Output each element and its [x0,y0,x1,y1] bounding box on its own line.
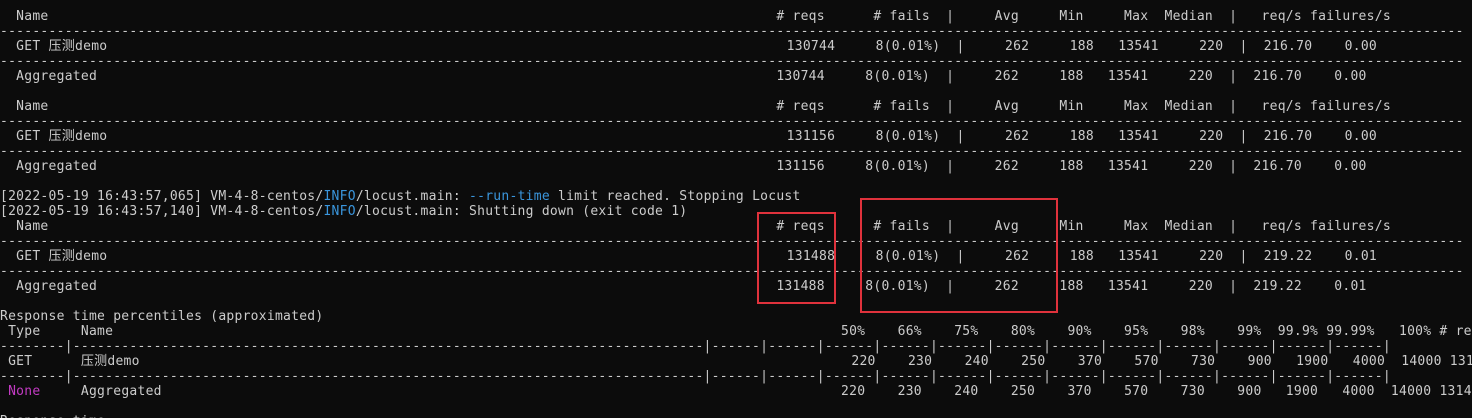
terminal-line: --------|-------------------------------… [0,339,1391,354]
terminal-line: ----------------------------------------… [0,234,1464,249]
terminal-line: --------|-------------------------------… [0,369,1391,384]
type-none-label: None [8,384,41,399]
terminal-line: GET 压测demo 220 230 240 250 370 570 730 9… [0,354,1472,369]
log-text: limit reached. Stopping Locust [549,189,801,204]
log-text: /locust.main: [355,189,470,204]
log-text: [2022-05-19 16:43:57,140] VM-4-8-centos/ [0,204,324,219]
terminal-line: [2022-05-19 16:43:57,140] VM-4-8-centos/… [0,204,687,219]
terminal-line: ----------------------------------------… [0,24,1464,39]
log-text: Aggregated 220 230 240 250 370 570 730 9… [40,384,1472,399]
terminal-line: GET 压测demo 130744 8(0.01%) | 262 188 135… [0,39,1377,54]
log-keyword: INFO [323,189,356,204]
terminal-line: Response time ... [0,414,137,418]
log-text: [2022-05-19 16:43:57,065] VM-4-8-centos/ [0,189,324,204]
terminal-line: Aggregated 131488 8(0.01%) | 262 188 135… [0,279,1367,294]
terminal-line: ----------------------------------------… [0,264,1464,279]
terminal-line: [2022-05-19 16:43:57,065] VM-4-8-centos/… [0,189,801,204]
log-text: /locust.main: Shutting down (exit code 1… [355,204,688,219]
terminal-line: Name # reqs # fails | Avg Min Max Median… [0,99,1391,114]
terminal-window[interactable]: Name # reqs # fails | Avg Min Max Median… [0,0,1472,418]
terminal-line: GET 压测demo 131156 8(0.01%) | 262 188 135… [0,129,1377,144]
terminal-line: Aggregated 131156 8(0.01%) | 262 188 135… [0,159,1367,174]
terminal-line: Name # reqs # fails | Avg Min Max Median… [0,9,1391,24]
terminal-line: Name # reqs # fails | Avg Min Max Median… [0,219,1391,234]
terminal-line: ----------------------------------------… [0,144,1464,159]
terminal-line: Aggregated 130744 8(0.01%) | 262 188 135… [0,69,1367,84]
terminal-line: Type Name 50% 66% 75% 80% 90% 95% 98% 99… [0,324,1472,339]
terminal-line: None Aggregated 220 230 240 250 370 570 … [0,384,1472,399]
terminal-line: Response time percentiles (approximated) [0,309,324,324]
terminal-line: ----------------------------------------… [0,114,1464,129]
log-keyword: INFO [323,204,356,219]
log-keyword: --run-time [469,189,550,204]
terminal-line: GET 压测demo 131488 8(0.01%) | 262 188 135… [0,249,1377,264]
terminal-line: ----------------------------------------… [0,54,1464,69]
